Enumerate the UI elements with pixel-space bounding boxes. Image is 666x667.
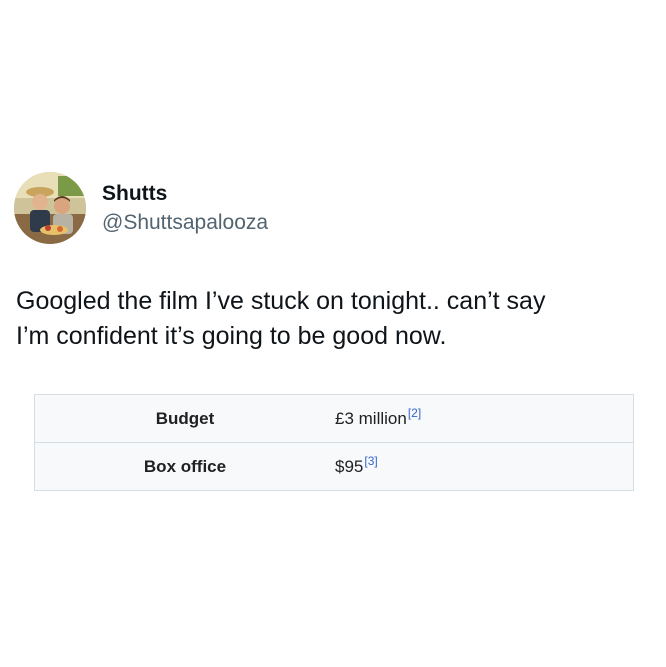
tweet-text-line-2: I’m confident it’s going to be good now. [16,322,447,350]
avatar-photo [14,172,86,244]
display-name[interactable]: Shutts [102,181,268,207]
tweet-text: Googled the film I’ve stuck on tonight..… [16,284,646,354]
infobox-label-box-office: Box office [143,456,227,476]
user-handle[interactable]: @Shuttsapalooza [102,210,268,236]
tweet-text-line-1: Googled the film I’ve stuck on tonight..… [16,287,546,315]
infobox-row-budget: Budget £3 million[2] [35,395,633,442]
infobox-row-box-office: Box office $95[3] [35,442,633,490]
infobox-value-budget: £3 million[2] [335,406,633,429]
infobox-table-screenshot: Budget £3 million[2] Box office $95[3] [34,394,634,491]
budget-value: £3 million [335,408,407,428]
box-office-value: $95 [335,456,364,476]
tweet-header: Shutts @Shuttsapalooza [14,172,268,244]
box-office-citation-link[interactable]: [3] [364,454,377,468]
infobox-label-budget: Budget [155,408,215,428]
avatar[interactable] [14,172,86,244]
budget-citation-link[interactable]: [2] [408,406,421,420]
infobox-value-box-office: $95[3] [335,454,633,477]
user-names: Shutts @Shuttsapalooza [102,181,268,236]
